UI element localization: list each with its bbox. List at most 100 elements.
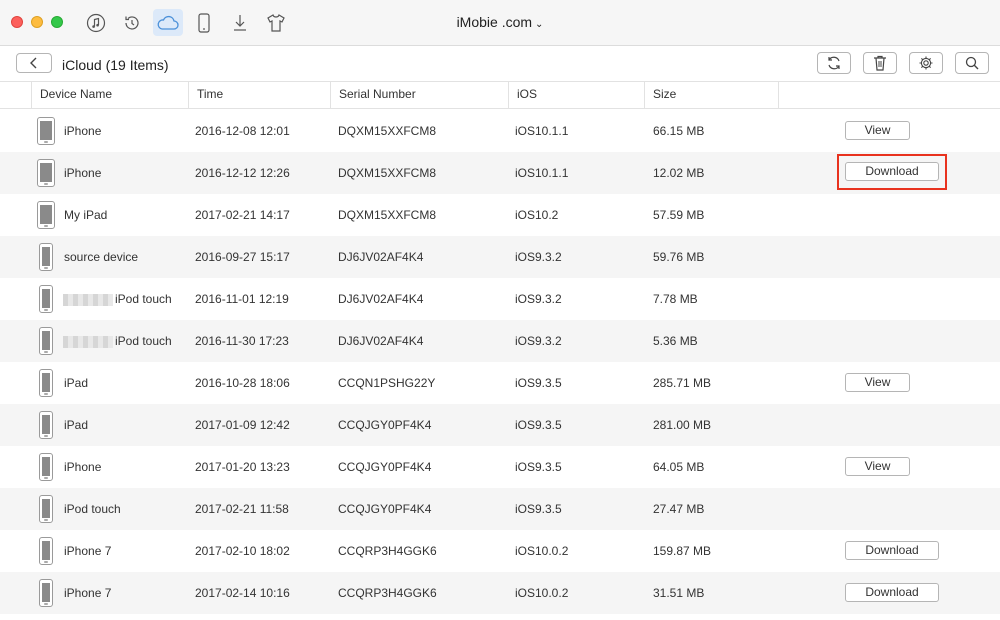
page-title: iCloud (19 Items) [62, 57, 169, 73]
size-cell: 64.05 MB [653, 460, 705, 474]
device-name: iPad [64, 418, 89, 432]
device-name-cell: iPhone [64, 446, 101, 488]
account-selector[interactable]: iMobie .com ⌄ [0, 14, 1000, 30]
redacted-owner-name [63, 293, 113, 306]
size-cell: 5.36 MB [653, 334, 698, 348]
size-cell: 281.00 MB [653, 418, 712, 432]
time-cell: 2017-02-14 10:16 [195, 586, 290, 600]
column-header-size[interactable]: Size [644, 82, 778, 109]
device-name-cell: iPod touch [63, 320, 172, 362]
ios-version-cell: iOS10.1.1 [515, 166, 569, 180]
time-cell: 2016-12-08 12:01 [195, 124, 290, 138]
device-thumbnail-icon [39, 411, 53, 439]
ios-version-cell: iOS10.0.2 [515, 586, 569, 600]
device-name: iPod touch [64, 502, 121, 516]
ios-version-cell: iOS9.3.5 [515, 460, 562, 474]
device-name-cell: source device [64, 236, 138, 278]
view-button[interactable]: View [845, 373, 910, 392]
table-row[interactable]: iPod touch 2016-11-30 17:23 DJ6JV02AF4K4 iO… [0, 320, 1000, 362]
time-cell: 2016-11-01 12:19 [195, 292, 289, 306]
device-name-cell: iPod touch [64, 488, 121, 530]
size-cell: 27.47 MB [653, 502, 705, 516]
device-thumbnail-icon [39, 369, 53, 397]
download-button[interactable]: Download [845, 162, 939, 181]
ios-version-cell: iOS10.1.1 [515, 124, 569, 138]
table-header: Device Name Time Serial Number iOS Size [0, 82, 1000, 109]
time-cell: 2016-09-27 15:17 [195, 250, 290, 264]
device-name: iPhone [64, 460, 102, 474]
chevron-down-icon: ⌄ [535, 19, 544, 30]
column-header-serial-number[interactable]: Serial Number [330, 82, 508, 109]
refresh-button[interactable] [817, 52, 851, 74]
device-thumbnail-icon [39, 453, 53, 481]
device-thumbnail-icon [37, 117, 55, 145]
time-cell: 2016-12-12 12:26 [195, 166, 290, 180]
device-name: iPhone 7 [64, 586, 112, 600]
gear-icon [919, 56, 933, 70]
time-cell: 2017-01-09 12:42 [195, 418, 290, 432]
table-row[interactable]: iPod touch 2016-11-01 12:19 DJ6JV02AF4K4 iO… [0, 278, 1000, 320]
device-name: My iPad [64, 208, 108, 222]
device-thumbnail-icon [39, 579, 53, 607]
back-button[interactable] [16, 53, 52, 73]
size-cell: 31.51 MB [653, 586, 705, 600]
table-row[interactable]: iPad 2016-10-28 18:06 CCQN1PSHG22Y iOS9.3.5… [0, 362, 1000, 404]
delete-button[interactable] [863, 52, 897, 74]
device-name-cell: iPad [64, 404, 88, 446]
column-header-device-name[interactable]: Device Name [31, 82, 188, 109]
refresh-icon [828, 56, 840, 70]
table-row[interactable]: source device 2016-09-27 15:17 DJ6JV02AF4K… [0, 236, 1000, 278]
device-name-cell: My iPad [64, 194, 107, 236]
serial-number-cell: CCQN1PSHG22Y [338, 376, 436, 390]
size-cell: 285.71 MB [653, 376, 712, 390]
ios-version-cell: iOS9.3.2 [515, 334, 562, 348]
column-header-action [778, 82, 1000, 109]
device-name: iPhone [64, 124, 102, 138]
device-name-cell: iPhone 7 [64, 530, 111, 572]
serial-number-cell: DJ6JV02AF4K4 [338, 334, 424, 348]
table-row[interactable]: iPad 2017-01-09 12:42 CCQJGY0PF4K4 iOS9.3.5… [0, 404, 1000, 446]
size-cell: 7.78 MB [653, 292, 698, 306]
column-header-time[interactable]: Time [188, 82, 330, 109]
table-row[interactable]: My iPad 2017-02-21 14:17 DQXM15XXFCM8 iOS10… [0, 194, 1000, 236]
size-cell: 159.87 MB [653, 544, 712, 558]
device-name: iPad [64, 376, 89, 390]
download-button[interactable]: Download [845, 541, 939, 560]
size-cell: 57.59 MB [653, 208, 705, 222]
trash-icon [874, 55, 886, 71]
download-button[interactable]: Download [845, 583, 939, 602]
settings-button[interactable] [909, 52, 943, 74]
ios-version-cell: iOS9.3.5 [515, 376, 562, 390]
table-row[interactable]: iPhone 2016-12-08 12:01 DQXM15XXFCM8 iOS10.… [0, 110, 1000, 152]
table-row[interactable]: iPhone 7 2017-02-14 10:16 CCQRP3H4GGK6 iOS1… [0, 572, 1000, 614]
device-name-cell: iPad [64, 362, 88, 404]
device-thumbnail-icon [39, 243, 53, 271]
ios-version-cell: iOS10.0.2 [515, 544, 569, 558]
serial-number-cell: DQXM15XXFCM8 [338, 166, 437, 180]
time-cell: 2017-02-21 14:17 [195, 208, 290, 222]
table-row[interactable]: iPod touch 2017-02-21 11:58 CCQJGY0PF4K4 iO… [0, 488, 1000, 530]
time-cell: 2016-10-28 18:06 [195, 376, 290, 390]
serial-number-cell: DQXM15XXFCM8 [338, 124, 437, 138]
search-button[interactable] [955, 52, 989, 74]
table-row[interactable]: iPhone 2017-01-20 13:23 CCQJGY0PF4K4 iOS9.3… [0, 446, 1000, 488]
device-name-cell: iPod touch [63, 278, 172, 320]
device-name: source device [64, 250, 139, 264]
table-row[interactable]: iPhone 2016-12-12 12:26 DQXM15XXFCM8 iOS10.… [0, 152, 1000, 194]
toolbar: iCloud (19 Items) [0, 46, 1000, 82]
device-name: iPhone 7 [64, 544, 112, 558]
view-button[interactable]: View [845, 121, 910, 140]
ios-version-cell: iOS9.3.2 [515, 250, 562, 264]
device-thumbnail-icon [39, 327, 53, 355]
device-name: iPod touch [115, 334, 172, 348]
serial-number-cell: CCQJGY0PF4K4 [338, 460, 432, 474]
device-name-cell: iPhone 7 [64, 572, 111, 614]
serial-number-cell: CCQRP3H4GGK6 [338, 586, 437, 600]
serial-number-cell: DJ6JV02AF4K4 [338, 292, 424, 306]
time-cell: 2017-02-21 11:58 [195, 502, 289, 516]
column-header-ios[interactable]: iOS [508, 82, 644, 109]
ios-version-cell: iOS9.3.2 [515, 292, 562, 306]
device-thumbnail-icon [37, 159, 55, 187]
table-row[interactable]: iPhone 7 2017-02-10 18:02 CCQRP3H4GGK6 iOS1… [0, 530, 1000, 572]
view-button[interactable]: View [845, 457, 910, 476]
